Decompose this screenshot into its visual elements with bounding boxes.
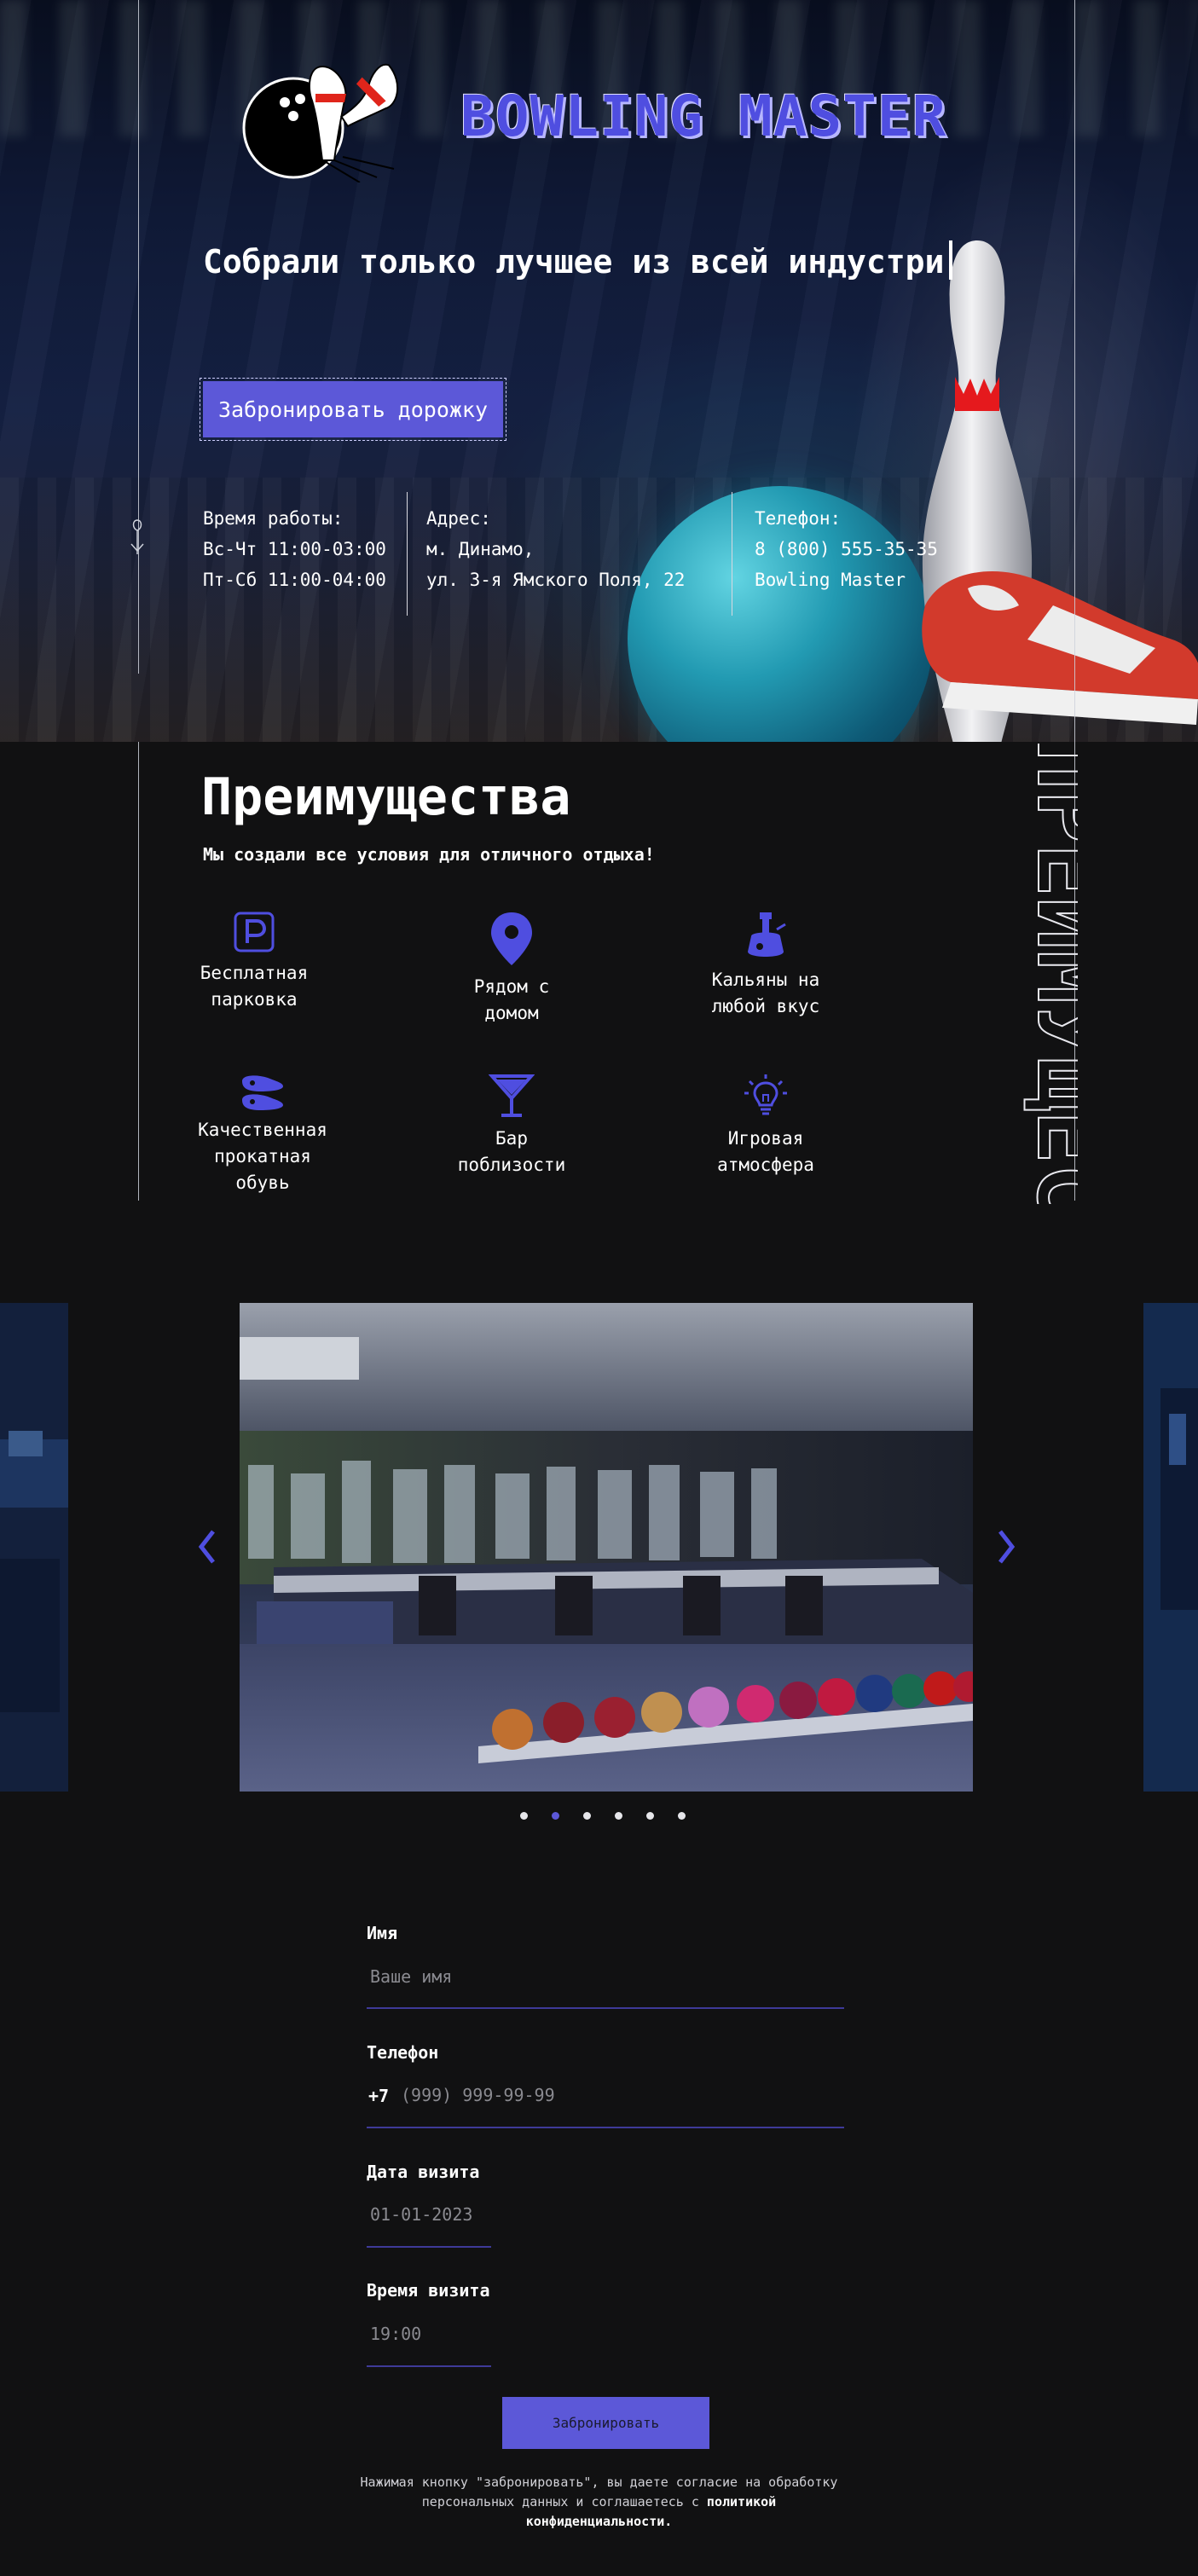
advantage-atmosphere: Игровая атмосфера bbox=[697, 1073, 834, 1178]
advantage-atmosphere-line2: атмосфера bbox=[717, 1155, 814, 1175]
shoes-icon bbox=[242, 1075, 283, 1110]
working-hours: Время работы: Вс-Чт 11:00-03:00 Пт-Сб 11… bbox=[203, 503, 386, 595]
advantages-subtitle: Мы создали все условия для отличного отд… bbox=[203, 844, 655, 865]
brand-title: BOWLING MASTER bbox=[460, 84, 947, 149]
consent-text: Нажимая кнопку "забронировать", вы даете… bbox=[358, 2473, 840, 2532]
slider-dot[interactable] bbox=[552, 1812, 559, 1820]
time-label: Время визита bbox=[367, 2280, 490, 2301]
address-block: Адрес: м. Динамо, ул. 3-я Ямского Поля, … bbox=[426, 503, 685, 595]
slide-active bbox=[240, 1303, 973, 1792]
info-divider bbox=[407, 492, 408, 616]
slider-pagination bbox=[520, 1812, 686, 1820]
previous-slide-image bbox=[0, 1303, 68, 1792]
address-line1: м. Динамо, bbox=[426, 539, 535, 559]
scroll-down-arrow-icon[interactable] bbox=[130, 518, 145, 556]
advantage-hookah-line2: любой вкус bbox=[711, 996, 820, 1016]
advantages-vertical-word: ПРЕИМУЩЕС bbox=[1016, 744, 1078, 1204]
hero-section: BOWLING MASTER Собрали только лучшее из … bbox=[0, 0, 1198, 742]
advantage-parking: Бесплатная парковка bbox=[186, 911, 322, 1013]
date-label: Дата визита bbox=[367, 2162, 480, 2182]
phone-number[interactable]: 8 (800) 555-35-35 bbox=[755, 534, 938, 564]
advantage-bar-line1: Бар bbox=[495, 1128, 528, 1149]
parking-icon bbox=[234, 912, 275, 952]
advantage-bar-line2: поблизости bbox=[457, 1155, 566, 1175]
slider-dot[interactable] bbox=[520, 1812, 528, 1820]
bowling-shoe-image bbox=[922, 571, 1198, 725]
submit-booking-button[interactable]: Забронировать bbox=[502, 2397, 709, 2449]
advantage-location-line1: Рядом с bbox=[473, 976, 550, 997]
slider-dot[interactable] bbox=[646, 1812, 654, 1820]
working-hours-line2: Пт-Сб 11:00-04:00 bbox=[203, 570, 386, 590]
name-input[interactable] bbox=[367, 1959, 844, 1994]
slide-previous-preview[interactable] bbox=[0, 1303, 68, 1792]
advantage-shoes-line2: прокатная bbox=[214, 1146, 311, 1166]
advantage-atmosphere-line1: Игровая bbox=[727, 1128, 804, 1149]
advantage-parking-line1: Бесплатная bbox=[200, 963, 309, 983]
date-input[interactable] bbox=[367, 2197, 491, 2232]
advantage-parking-line2: парковка bbox=[211, 989, 298, 1010]
phone-underline bbox=[367, 2127, 844, 2128]
typing-caret bbox=[949, 240, 953, 280]
phone-brand: Bowling Master bbox=[755, 570, 906, 590]
book-lane-button[interactable]: Забронировать дорожку bbox=[200, 378, 506, 441]
name-label: Имя bbox=[367, 1923, 398, 1943]
phone-block: Телефон: 8 (800) 555-35-35 Bowling Maste… bbox=[755, 503, 938, 595]
advantages-title: Преимущества bbox=[201, 767, 571, 827]
hero-tagline: Собрали только лучшее из всей индустри bbox=[203, 240, 953, 281]
slider-dot[interactable] bbox=[583, 1812, 591, 1820]
name-underline bbox=[367, 2007, 844, 2009]
phone-title: Телефон: bbox=[755, 508, 842, 529]
bowling-logo-icon bbox=[242, 63, 399, 182]
bowling-lounge-photo bbox=[240, 1303, 973, 1792]
right-frame-line bbox=[1074, 0, 1075, 742]
advantage-hookah-line1: Кальяны на bbox=[711, 970, 820, 990]
advantage-shoes: Качественная прокатная обувь bbox=[186, 1073, 339, 1196]
phone-input[interactable] bbox=[397, 2078, 844, 2112]
hookah-icon bbox=[748, 912, 786, 957]
phone-prefix: +7 bbox=[368, 2086, 390, 2106]
slider-dot[interactable] bbox=[678, 1812, 686, 1820]
left-frame-line bbox=[138, 0, 139, 674]
slider-next-arrow-icon[interactable] bbox=[995, 1526, 1019, 1567]
location-pin-icon bbox=[491, 912, 532, 965]
advantage-hookah: Кальяны на любой вкус bbox=[697, 911, 834, 1020]
working-hours-title: Время работы: bbox=[203, 508, 344, 529]
vertical-word-text: ПРЕИМУЩЕС bbox=[1017, 744, 1078, 1204]
advantage-location-line2: домом bbox=[484, 1003, 539, 1023]
advantage-shoes-line3: обувь bbox=[235, 1172, 290, 1193]
advantage-shoes-line1: Качественная bbox=[198, 1120, 327, 1140]
advantage-location: Рядом с домом bbox=[443, 911, 580, 1027]
slide-next-preview[interactable] bbox=[1143, 1303, 1198, 1792]
date-underline bbox=[367, 2246, 491, 2248]
slider-dot[interactable] bbox=[615, 1812, 622, 1820]
phone-label: Телефон bbox=[367, 2042, 439, 2063]
time-underline bbox=[367, 2365, 491, 2367]
working-hours-line1: Вс-Чт 11:00-03:00 bbox=[203, 539, 386, 559]
advantage-bar: Бар поблизости bbox=[443, 1073, 580, 1178]
slider-prev-arrow-icon[interactable] bbox=[194, 1526, 218, 1567]
next-slide-image bbox=[1143, 1303, 1198, 1792]
lightbulb-icon bbox=[744, 1074, 787, 1115]
cocktail-icon bbox=[489, 1074, 535, 1117]
left-frame-line bbox=[138, 742, 139, 1201]
time-input[interactable] bbox=[367, 2317, 491, 2351]
address-line2: ул. 3-я Ямского Поля, 22 bbox=[426, 570, 686, 590]
address-title: Адрес: bbox=[426, 508, 491, 529]
